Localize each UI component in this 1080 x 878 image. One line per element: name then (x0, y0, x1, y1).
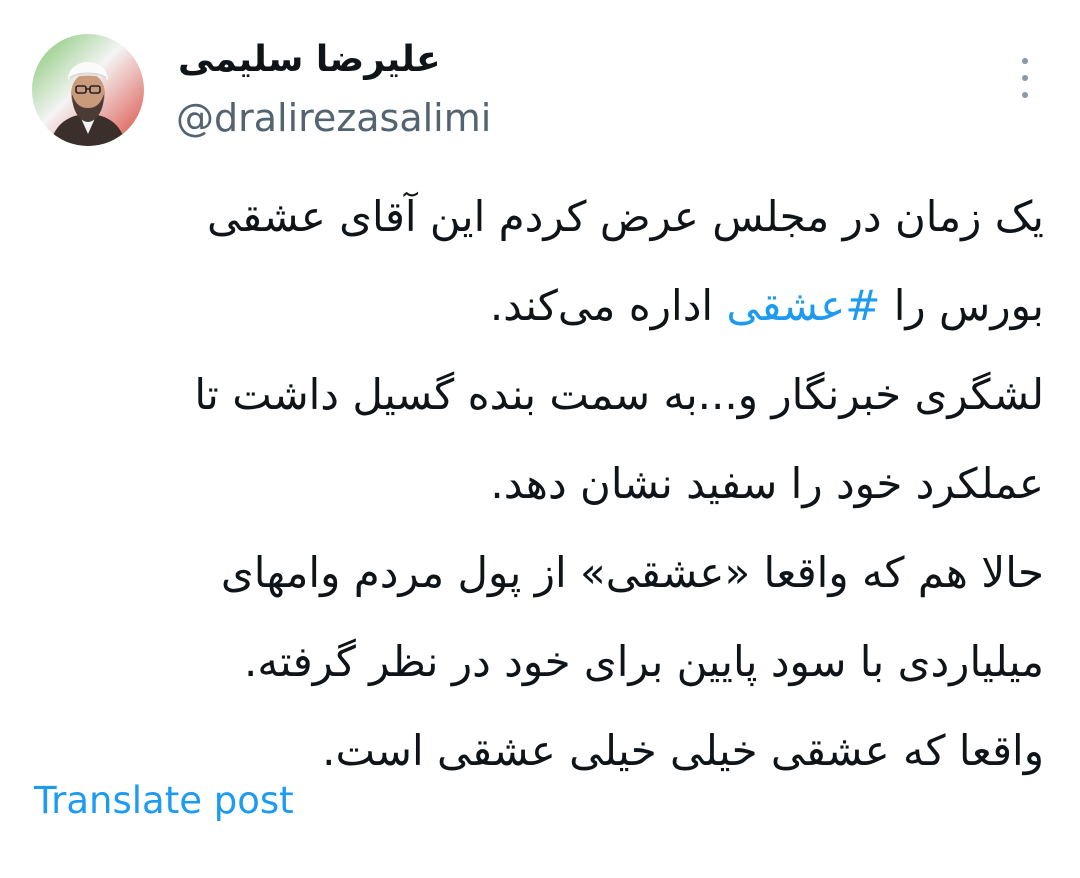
tweet-line: عملکرد خود را سفید نشان دهد. (490, 459, 1044, 508)
author-display-name[interactable]: علیرضا سلیمی (178, 32, 441, 88)
avatar-image (32, 34, 144, 146)
author-handle[interactable]: @dralirezasalimi (176, 90, 491, 146)
hashtag-link[interactable]: #عشقی (726, 281, 880, 330)
more-dot (1022, 58, 1028, 64)
avatar[interactable] (32, 34, 144, 146)
tweet-line: میلیاردی با سود پایین برای خود در نظر گر… (244, 637, 1044, 686)
tweet-card: علیرضا سلیمی @dralirezasalimi یک زمان در… (0, 0, 1080, 878)
tweet-text-segment: اداره می‌کند. (489, 281, 727, 330)
translate-post-link[interactable]: Translate post (34, 775, 294, 827)
more-dot (1022, 92, 1028, 98)
tweet-text: یک زمان در مجلس عرض کردم این آقای عشقی ب… (54, 172, 1044, 795)
more-vertical-icon[interactable] (1010, 58, 1040, 98)
tweet-line: یک زمان در مجلس عرض کردم این آقای عشقی (207, 192, 1044, 241)
tweet-line: حالا هم که واقعا «عشقی» از پول مردم وامه… (220, 548, 1044, 597)
tweet-line: بورس را #عشقی اداره می‌کند. (54, 261, 1044, 350)
tweet-line: لشگری خبرنگار و...به سمت بنده گسیل داشت … (194, 370, 1044, 419)
more-dot (1022, 75, 1028, 81)
tweet-text-segment: بورس را (880, 281, 1044, 330)
